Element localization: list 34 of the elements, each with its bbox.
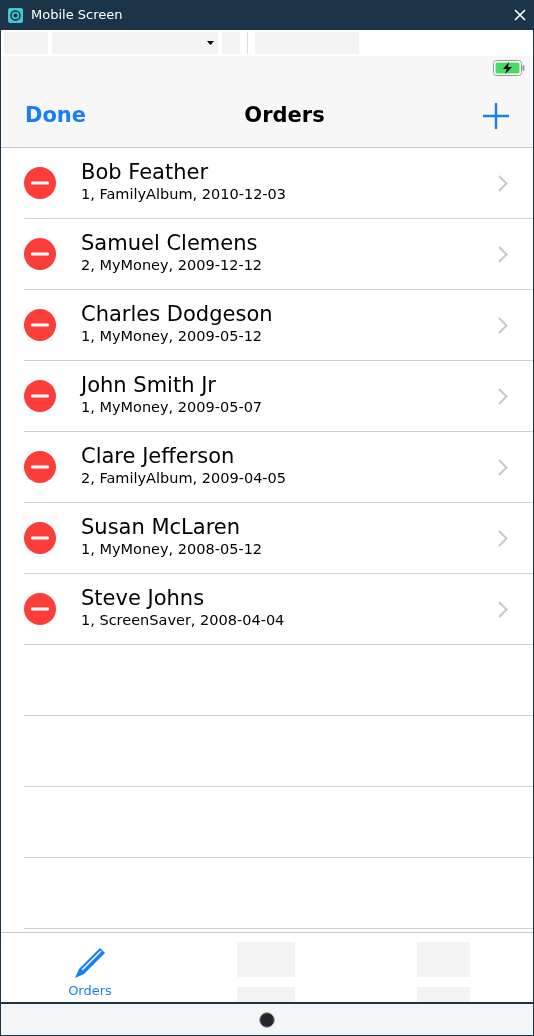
app-icon [8, 7, 23, 23]
order-details: 1, MyMoney, 2008-05-12 [81, 539, 264, 559]
order-details: 1, MyMoney, 2009-05-07 [81, 397, 264, 417]
battery-icon [493, 60, 525, 76]
customer-name: Clare Jefferson [81, 444, 236, 468]
dropdown-field[interactable] [52, 32, 218, 54]
caret-icon [207, 41, 214, 45]
order-details: 2, FamilyAlbum, 2009-04-05 [81, 468, 288, 488]
order-details: 2, MyMoney, 2009-12-12 [81, 255, 264, 275]
done-button[interactable]: Done [25, 99, 87, 132]
screen-title: Orders [244, 101, 325, 129]
delete-icon[interactable] [24, 451, 56, 483]
delete-icon[interactable] [24, 309, 56, 341]
tab-label: Orders [68, 981, 112, 1000]
window-title: Mobile Screen [31, 6, 123, 25]
delete-icon[interactable] [24, 380, 56, 412]
order-details: 1, MyMoney, 2009-05-12 [81, 326, 264, 346]
order-details: 1, ScreenSaver, 2008-04-04 [81, 610, 286, 630]
tab-item[interactable]: Orders [1, 933, 179, 1002]
delete-icon[interactable] [24, 167, 56, 199]
customer-name: John Smith Jr [81, 373, 217, 397]
customer-name: Bob Feather [81, 160, 210, 184]
close-icon[interactable] [514, 9, 526, 21]
customer-name: Susan McLaren [81, 515, 242, 539]
customer-name: Charles Dodgeson [81, 302, 274, 326]
delete-icon[interactable] [24, 593, 56, 625]
home-button-icon[interactable] [259, 1011, 275, 1028]
customer-name: Samuel Clemens [81, 231, 259, 255]
delete-icon[interactable] [24, 522, 56, 554]
order-details: 1, FamilyAlbum, 2010-12-03 [81, 184, 288, 204]
customer-name: Steve Johns [81, 586, 206, 610]
add-icon[interactable] [483, 102, 509, 129]
pencil-icon [74, 946, 106, 979]
delete-icon[interactable] [24, 238, 56, 270]
